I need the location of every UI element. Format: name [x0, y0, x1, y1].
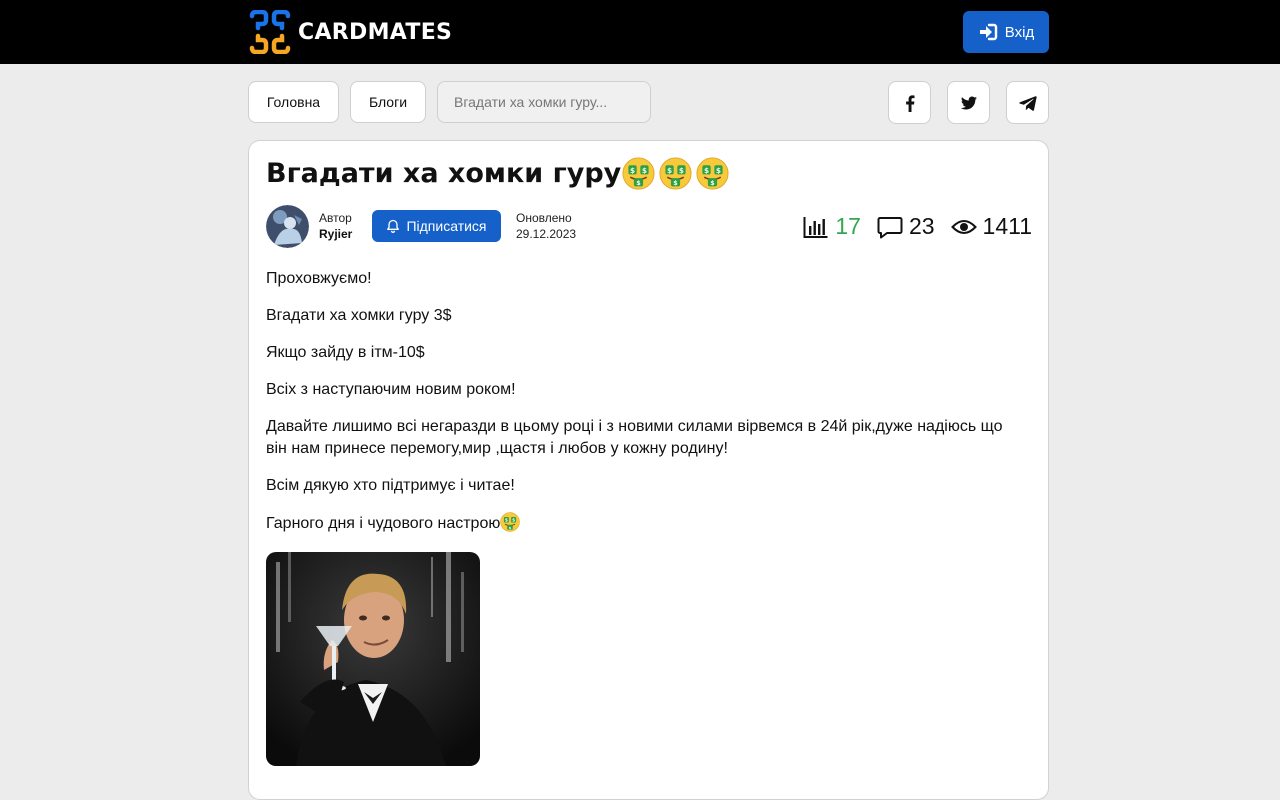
login-label: Вхід: [1004, 23, 1035, 41]
money-mouth-face-icon: [659, 157, 692, 190]
post-body: Проховжуємо! Вгадати ха хомки гуру 3$ Як…: [266, 268, 1006, 550]
cardmates-logo-icon: [249, 10, 291, 54]
share-facebook-button[interactable]: [888, 81, 931, 124]
subscribe-label: Підписатися: [406, 218, 487, 234]
share-telegram-button[interactable]: [1006, 81, 1049, 124]
post-paragraph: Якщо зайду в ітм-10$: [266, 344, 425, 361]
top-bar: CARDMATES Вхід: [0, 0, 1280, 64]
views-count: 1411: [982, 213, 1032, 239]
comment-icon: [877, 216, 903, 238]
post-paragraph: Проховжуємо!: [266, 270, 372, 287]
post-title-text: Вгадати ха хомки гуру: [266, 158, 622, 189]
updated-date: 29.12.2023: [516, 227, 577, 241]
author-label: Автор: [319, 211, 352, 225]
money-mouth-face-icon: [622, 157, 655, 190]
bell-icon: [387, 219, 400, 233]
twitter-icon: [960, 96, 977, 109]
nav-home-button[interactable]: Головна: [248, 81, 339, 123]
post-paragraph: Давайте лишимо всі негаразди в цьому роц…: [266, 418, 1003, 457]
nav-blogs-label: Блоги: [368, 94, 408, 110]
post-image[interactable]: [266, 552, 480, 766]
login-button[interactable]: Вхід: [963, 11, 1049, 53]
money-mouth-face-icon: [500, 512, 520, 532]
post-paragraph-last: Гарного дня і чудового настрою: [266, 512, 1006, 535]
author-name-link[interactable]: Ryjier: [319, 227, 352, 241]
updated-label: Оновлено: [516, 211, 572, 225]
views-stat: 1411: [950, 213, 1032, 240]
post-title: Вгадати ха хомки гуру: [266, 157, 729, 190]
facebook-icon: [905, 94, 914, 112]
post-card: Вгадати ха хомки гуру Автор Ryjier Підпи…: [248, 140, 1049, 800]
logo-text: CARDMATES: [298, 19, 453, 45]
comments-count: 23: [908, 213, 935, 239]
nav-blogs-button[interactable]: Блоги: [350, 81, 426, 123]
subscribe-button[interactable]: Підписатися: [372, 210, 501, 242]
nav-home-label: Головна: [266, 94, 321, 110]
comments-stat[interactable]: 23: [877, 213, 935, 240]
post-stats: 17 23 1411: [803, 213, 1032, 240]
eye-icon: [950, 219, 977, 234]
sign-in-icon: [979, 23, 997, 41]
post-paragraph: Всім дякую хто підтримує і читае!: [266, 477, 515, 494]
money-mouth-face-icon: [696, 157, 729, 190]
rating-value: 17: [835, 213, 861, 239]
logo[interactable]: CARDMATES: [248, 10, 452, 54]
rating-stat[interactable]: 17: [803, 213, 861, 240]
bar-chart-icon: [803, 216, 828, 238]
post-paragraph: Вгадати ха хомки гуру 3$: [266, 307, 452, 324]
telegram-icon: [1018, 95, 1037, 111]
post-paragraph-text: Гарного дня і чудового настрою: [266, 515, 501, 532]
post-paragraph: Всіх з наступаючим новим роком!: [266, 381, 516, 398]
search-input[interactable]: [437, 81, 651, 123]
author-avatar[interactable]: [266, 205, 309, 248]
share-twitter-button[interactable]: [947, 81, 990, 124]
post-meta: Автор Ryjier Підписатися Оновлено 29.12.…: [266, 205, 1032, 249]
